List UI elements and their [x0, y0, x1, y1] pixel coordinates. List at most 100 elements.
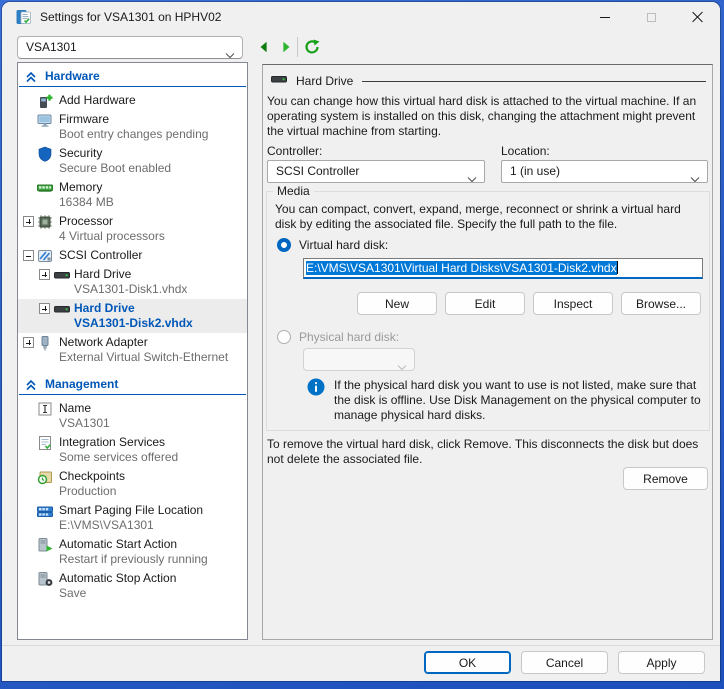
- minimize-button[interactable]: [582, 2, 628, 32]
- new-button[interactable]: New: [357, 292, 437, 315]
- forward-arrow-icon: [279, 40, 293, 54]
- maximize-button: [628, 2, 674, 32]
- vm-selector[interactable]: VSA1301: [17, 36, 243, 59]
- apply-button[interactable]: Apply: [618, 651, 705, 674]
- item-label: Network Adapter: [59, 335, 245, 350]
- scsi-controller-icon: [37, 248, 53, 264]
- sidebar-item-hard-drive-2-selected[interactable]: Hard Drive VSA1301-Disk2.vhdx: [18, 299, 247, 333]
- expander-minus-icon[interactable]: [23, 250, 34, 261]
- navigate-back-button[interactable]: [255, 38, 273, 56]
- physical-disk-info: If the physical hard disk you want to us…: [307, 378, 704, 423]
- physical-hard-disk-label: Physical hard disk:: [299, 330, 399, 344]
- expander-plus-icon[interactable]: [23, 216, 34, 227]
- item-label: Hard Drive: [74, 267, 245, 282]
- footer-divider: [2, 645, 720, 646]
- sidebar-item-security[interactable]: Security Secure Boot enabled: [18, 144, 247, 178]
- rename-icon: [37, 401, 53, 417]
- item-sublabel: VSA1301: [59, 416, 245, 431]
- vm-selector-value: VSA1301: [26, 40, 77, 54]
- item-sublabel: Restart if previously running: [59, 552, 245, 567]
- back-arrow-icon: [257, 40, 271, 54]
- controller-select[interactable]: SCSI Controller: [267, 160, 485, 183]
- item-sublabel: Secure Boot enabled: [59, 161, 245, 176]
- cancel-button[interactable]: Cancel: [521, 651, 608, 674]
- edit-button[interactable]: Edit: [445, 292, 525, 315]
- management-section-header[interactable]: Management: [19, 375, 246, 395]
- sidebar-item-checkpoints[interactable]: Checkpoints Production: [18, 467, 247, 501]
- chevron-down-icon: [225, 45, 235, 60]
- sidebar-item-add-hardware[interactable]: Add Hardware: [18, 91, 247, 110]
- sidebar-item-scsi-controller[interactable]: SCSI Controller: [18, 246, 247, 265]
- ok-button[interactable]: OK: [424, 651, 511, 674]
- maximize-icon: [647, 13, 656, 22]
- location-value: 1 (in use): [510, 164, 560, 178]
- item-label: Name: [59, 401, 245, 416]
- inspect-button[interactable]: Inspect: [533, 292, 613, 315]
- location-select[interactable]: 1 (in use): [501, 160, 708, 183]
- remove-button[interactable]: Remove: [623, 467, 708, 490]
- item-sublabel: Save: [59, 586, 245, 601]
- item-label: Checkpoints: [59, 469, 245, 484]
- media-group: Media You can compact, convert, expand, …: [266, 191, 710, 431]
- hyperv-settings-icon: [16, 9, 32, 25]
- toolbar: VSA1301: [2, 32, 720, 62]
- settings-window: Settings for VSA1301 on HPHV02 VSA1301 H…: [2, 2, 720, 681]
- sidebar-item-memory[interactable]: Memory 16384 MB: [18, 178, 247, 212]
- item-sublabel: External Virtual Switch-Ethernet: [59, 350, 245, 365]
- radio-selected-icon: [277, 238, 291, 252]
- section-title: Management: [45, 377, 118, 391]
- sidebar-item-processor[interactable]: Processor 4 Virtual processors: [18, 212, 247, 246]
- chevron-down-icon: [690, 169, 700, 184]
- item-sublabel: VSA1301-Disk2.vhdx: [74, 316, 245, 331]
- refresh-button[interactable]: [303, 38, 321, 56]
- item-label: Automatic Start Action: [59, 537, 245, 552]
- expander-plus-icon[interactable]: [39, 269, 50, 280]
- item-sublabel: E:\VMS\VSA1301: [59, 518, 245, 533]
- sidebar-item-hard-drive-1[interactable]: Hard Drive VSA1301-Disk1.vhdx: [18, 265, 247, 299]
- expander-plus-icon[interactable]: [39, 303, 50, 314]
- sidebar-item-network-adapter[interactable]: Network Adapter External Virtual Switch-…: [18, 333, 247, 367]
- item-sublabel: 4 Virtual processors: [59, 229, 245, 244]
- memory-icon: [37, 180, 53, 196]
- close-button[interactable]: [674, 2, 720, 32]
- virtual-hard-disk-path-input[interactable]: E:\VMS\VSA1301\Virtual Hard Disks\VSA130…: [303, 258, 703, 279]
- main-panel: Hard Drive You can change how this virtu…: [262, 64, 713, 640]
- auto-start-icon: [37, 537, 53, 553]
- navigate-forward-button[interactable]: [277, 38, 295, 56]
- firmware-icon: [37, 112, 53, 128]
- item-label: Processor: [59, 214, 245, 229]
- sidebar-item-firmware[interactable]: Firmware Boot entry changes pending: [18, 110, 247, 144]
- disk-actions: New Edit Inspect Browse...: [267, 292, 701, 315]
- item-label: Security: [59, 146, 245, 161]
- collapse-chevron-icon: [25, 71, 37, 86]
- text-caret: [617, 261, 618, 274]
- item-label: Smart Paging File Location: [59, 503, 245, 518]
- controller-value: SCSI Controller: [276, 164, 359, 178]
- item-sublabel: VSA1301-Disk1.vhdx: [74, 282, 245, 297]
- sidebar-item-automatic-stop-action[interactable]: Automatic Stop Action Save: [18, 569, 247, 603]
- toolbar-separator: [297, 37, 298, 57]
- refresh-icon: [304, 39, 320, 55]
- sidebar-item-integration-services[interactable]: Integration Services Some services offer…: [18, 433, 247, 467]
- browse-button[interactable]: Browse...: [621, 292, 701, 315]
- location-label: Location:: [501, 144, 550, 158]
- hard-drive-icon: [54, 267, 70, 283]
- virtual-hard-disk-radio[interactable]: Virtual hard disk:: [277, 238, 388, 252]
- controller-label: Controller:: [267, 144, 322, 158]
- hardware-section-header[interactable]: Hardware: [19, 67, 246, 87]
- sidebar-item-name[interactable]: Name VSA1301: [18, 399, 247, 433]
- expander-plus-icon[interactable]: [23, 337, 34, 348]
- sidebar-item-smart-paging-file-location[interactable]: Smart Paging File Location E:\VMS\VSA130…: [18, 501, 247, 535]
- checkpoints-icon: [37, 469, 53, 485]
- item-label: Firmware: [59, 112, 245, 127]
- chevron-down-icon: [397, 357, 407, 372]
- chevron-down-icon: [467, 169, 477, 184]
- media-intro-text: You can compact, convert, expand, merge,…: [275, 202, 701, 232]
- sidebar-item-automatic-start-action[interactable]: Automatic Start Action Restart if previo…: [18, 535, 247, 569]
- virtual-hard-disk-label: Virtual hard disk:: [299, 238, 388, 252]
- auto-stop-icon: [37, 571, 53, 587]
- item-sublabel: Some services offered: [59, 450, 245, 465]
- physical-hard-disk-radio: Physical hard disk:: [277, 330, 399, 344]
- media-group-title: Media: [273, 184, 314, 198]
- item-sublabel: Production: [59, 484, 245, 499]
